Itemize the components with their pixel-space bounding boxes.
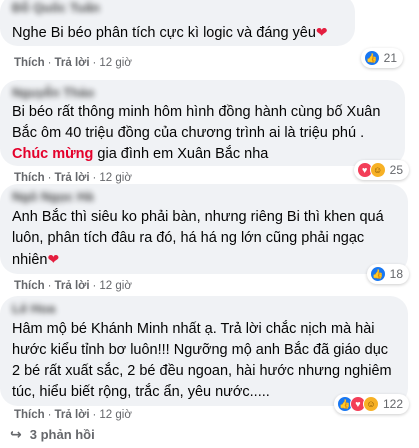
comment-text: Anh Bắc thì siêu ko phải bàn, nhưng riên… <box>12 207 396 271</box>
comment-actions: Thích · Trả lời · 12 giờ <box>14 57 132 69</box>
like-icon: 👍 <box>369 266 386 282</box>
comment-author[interactable]: Ngô Ngọc Hà <box>12 189 396 203</box>
like-button[interactable]: Thích <box>14 57 45 69</box>
comment-bubble: Lê Hoa Hâm mộ bé Khánh Minh nhất ạ. Trả … <box>0 296 408 406</box>
timestamp[interactable]: 12 giờ <box>99 409 131 421</box>
like-button[interactable]: Thích <box>14 280 45 292</box>
comment-text-body: Hâm mộ bé Khánh Minh nhất ạ. Trả lời chắ… <box>12 321 392 400</box>
comment-actions: Thích · Trả lời · 12 giờ <box>14 172 132 184</box>
reply-button[interactable]: Trả lời <box>55 409 90 421</box>
reaction-summary[interactable]: 👍 21 <box>360 48 403 68</box>
reaction-count: 25 <box>389 163 403 177</box>
separator: · <box>92 57 97 69</box>
like-button[interactable]: Thích <box>14 172 45 184</box>
comment-actions: Thích · Trả lời · 12 giờ <box>14 280 132 292</box>
comment-text: Bi béo rất thông minh hôm hình đồng hành… <box>12 102 393 165</box>
reaction-summary[interactable]: 👍 ♥ ☺ 122 <box>333 394 409 414</box>
like-icon: 👍 <box>363 50 380 66</box>
separator: · <box>92 280 97 292</box>
comment-text-body: Bi béo rất thông minh hôm hình đồng hành… <box>12 104 381 141</box>
heart-emoji-icon: ❤ <box>315 24 328 40</box>
comment-author[interactable]: Lê Hoa <box>12 301 396 315</box>
reply-arrow-icon: ↪ <box>10 426 22 442</box>
heart-emoji-icon: ❤ <box>47 251 60 267</box>
separator: · <box>47 57 52 69</box>
timestamp[interactable]: 12 giờ <box>99 172 131 184</box>
comment-author[interactable]: Đỗ Quốc Tuấn <box>12 0 343 14</box>
comment-text-body: gia đình em Xuân Bắc nha <box>93 146 269 162</box>
separator: · <box>92 409 97 421</box>
reaction-count: 122 <box>382 397 403 411</box>
comment-actions: Thích · Trả lời · 12 giờ <box>14 409 132 421</box>
separator: · <box>47 172 52 184</box>
timestamp[interactable]: 12 giờ <box>99 57 131 69</box>
comment-bubble: Đỗ Quốc Tuấn Nghe Bi béo phân tích cực k… <box>0 0 355 46</box>
reply-button[interactable]: Trả lời <box>55 172 90 184</box>
reaction-count: 18 <box>389 267 403 281</box>
care-icon: ☺ <box>362 396 379 412</box>
comment-bubble: Ngô Ngọc Hà Anh Bắc thì siêu ko phải bàn… <box>0 184 408 274</box>
replies-label: 3 phản hồi <box>29 427 95 442</box>
timestamp[interactable]: 12 giờ <box>99 280 131 292</box>
separator: · <box>47 280 52 292</box>
reaction-summary[interactable]: ♥ ☺ 25 <box>353 160 409 180</box>
separator: · <box>47 409 52 421</box>
view-replies-link[interactable]: ↪ 3 phản hồi <box>10 426 95 443</box>
comment-author[interactable]: Nguyễn Thảo <box>12 85 393 99</box>
comment-text: Nghe Bi béo phân tích cực kì logic và đá… <box>12 22 343 44</box>
reply-button[interactable]: Trả lời <box>55 280 90 292</box>
comment-text-body: Nghe Bi béo phân tích cực kì logic và đá… <box>12 25 316 41</box>
comment-text: Hâm mộ bé Khánh Minh nhất ạ. Trả lời chắ… <box>12 319 396 403</box>
reply-button[interactable]: Trả lời <box>55 57 90 69</box>
like-button[interactable]: Thích <box>14 409 45 421</box>
care-icon: ☺ <box>369 162 386 178</box>
reaction-summary[interactable]: 👍 18 <box>366 264 409 284</box>
comment-bubble: Nguyễn Thảo Bi béo rất thông minh hôm hì… <box>0 80 405 166</box>
comment-text-body: Anh Bắc thì siêu ko phải bàn, nhưng riên… <box>12 209 384 268</box>
highlighted-text: Chúc mừng <box>12 146 94 162</box>
reaction-count: 21 <box>383 51 397 65</box>
separator: · <box>92 172 97 184</box>
